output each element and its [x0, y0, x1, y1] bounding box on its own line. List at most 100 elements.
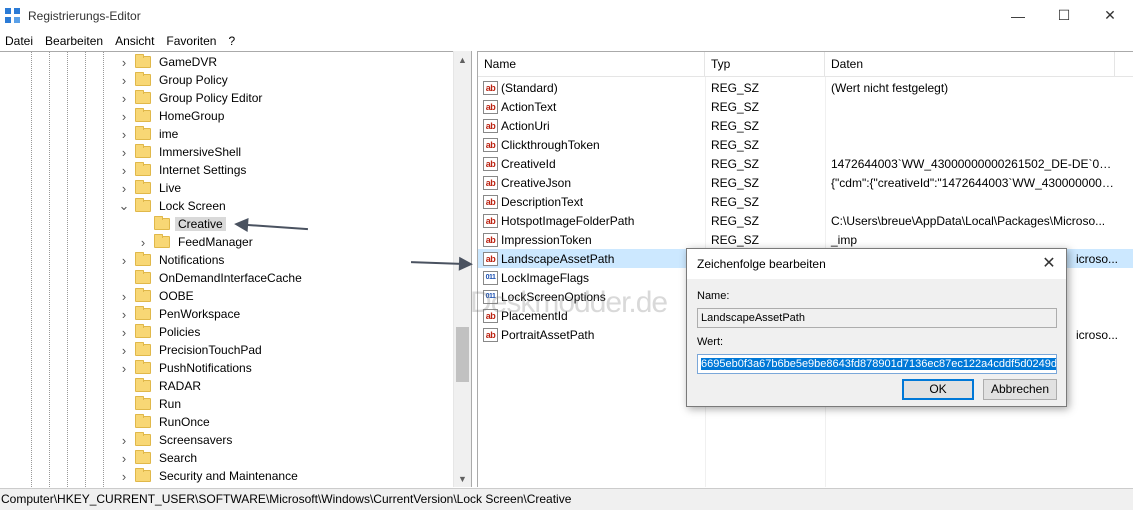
- menu-favoriten[interactable]: Favoriten: [160, 34, 222, 48]
- chevron-right-icon[interactable]: ›: [118, 451, 130, 466]
- chevron-right-icon[interactable]: ›: [118, 55, 130, 70]
- string-value-icon: ab: [483, 118, 498, 133]
- scroll-up-arrow-icon[interactable]: ▲: [454, 51, 471, 68]
- tree-item[interactable]: OnDemandInterfaceCache: [118, 269, 305, 287]
- folder-icon: [135, 414, 151, 428]
- chevron-right-icon[interactable]: ›: [137, 235, 149, 250]
- tree-item[interactable]: › Notifications: [118, 251, 227, 269]
- chevron-right-icon[interactable]: ›: [118, 145, 130, 160]
- value-row[interactable]: ab CreativeId REG_SZ 1472644003`WW_43000000…: [478, 154, 1133, 173]
- folder-icon: [135, 378, 151, 392]
- value-row[interactable]: ab ImpressionToken REG_SZ _imp: [478, 230, 1133, 249]
- chevron-right-icon[interactable]: ›: [118, 433, 130, 448]
- menu-help[interactable]: ?: [222, 34, 241, 48]
- tree-item[interactable]: › PenWorkspace: [118, 305, 243, 323]
- chevron-right-icon[interactable]: ›: [118, 361, 130, 376]
- folder-icon: [135, 144, 151, 158]
- value-data-input[interactable]: 6695eb0f3a67b6be5e9be8643fd878901d7136ec…: [697, 354, 1057, 374]
- chevron-right-icon[interactable]: ›: [118, 469, 130, 484]
- value-row[interactable]: ab DescriptionText REG_SZ: [478, 192, 1133, 211]
- chevron-right-icon[interactable]: ›: [118, 73, 130, 88]
- value-row[interactable]: ab ActionUri REG_SZ: [478, 116, 1133, 135]
- tree-item[interactable]: › Internet Settings: [118, 161, 249, 179]
- tree-guide-line: [67, 52, 68, 487]
- tree-item[interactable]: Run: [118, 395, 184, 413]
- scroll-down-arrow-icon[interactable]: ▼: [454, 470, 471, 487]
- tree-item[interactable]: › Search: [118, 449, 200, 467]
- chevron-right-icon[interactable]: ›: [118, 109, 130, 124]
- value-row[interactable]: ab ActionText REG_SZ: [478, 97, 1133, 116]
- value-type: REG_SZ: [711, 213, 760, 228]
- value-row[interactable]: ab (Standard) REG_SZ (Wert nicht festgelegt…: [478, 78, 1133, 97]
- chevron-right-icon[interactable]: ›: [118, 181, 130, 196]
- tree-item[interactable]: › ImmersiveShell: [118, 143, 244, 161]
- chevron-right-icon[interactable]: ›: [118, 289, 130, 304]
- value-name-cell: ab CreativeJson: [478, 175, 705, 190]
- chevron-right-icon[interactable]: ›: [118, 325, 130, 340]
- value-name-cell: ab DescriptionText: [478, 194, 705, 209]
- tree-item[interactable]: RADAR: [118, 377, 204, 395]
- tree-item-label: ime: [159, 127, 179, 141]
- folder-icon: [154, 234, 170, 248]
- tree-item-label: GameDVR: [159, 55, 218, 69]
- string-value-icon: ab: [483, 156, 498, 171]
- folder-icon: [135, 450, 151, 464]
- value-type: REG_SZ: [711, 137, 760, 152]
- chevron-right-icon[interactable]: ›: [118, 307, 130, 322]
- column-header-type[interactable]: Typ: [705, 52, 825, 77]
- tree-item[interactable]: › FeedManager: [137, 233, 256, 251]
- close-button[interactable]: ✕: [1087, 0, 1133, 31]
- value-name-cell: ab ActionText: [478, 99, 705, 114]
- tree-item[interactable]: › Group Policy Editor: [118, 89, 265, 107]
- cancel-button[interactable]: Abbrechen: [983, 379, 1057, 400]
- tree-item-label: HomeGroup: [159, 109, 225, 123]
- tree-item[interactable]: ⌄ Lock Screen: [118, 197, 229, 215]
- key-tree[interactable]: › GameDVR › Group Policy › Group Policy Edito…: [0, 51, 472, 487]
- regedit-app-icon: [5, 7, 21, 24]
- menu-bearbeiten[interactable]: Bearbeiten: [39, 34, 109, 48]
- tree-item-label: Group Policy: [159, 73, 228, 87]
- tree-item[interactable]: › Security and Maintenance: [118, 467, 301, 485]
- tree-item[interactable]: RunOnce: [118, 413, 213, 431]
- value-name-cell: ab ImpressionToken: [478, 232, 705, 247]
- dialog-close-icon[interactable]: ✕: [1040, 255, 1058, 273]
- chevron-down-icon[interactable]: ⌄: [118, 198, 130, 213]
- chevron-right-icon[interactable]: ›: [118, 163, 130, 178]
- chevron-right-icon[interactable]: ›: [118, 127, 130, 142]
- column-header-name[interactable]: Name: [478, 52, 705, 77]
- folder-icon: [135, 54, 151, 68]
- tree-item-label: OnDemandInterfaceCache: [159, 271, 302, 285]
- string-value-icon: ab: [483, 327, 498, 342]
- maximize-button[interactable]: ☐: [1041, 0, 1087, 31]
- value-data: {"cdm":{"creativeId":"1472644003`WW_4300…: [831, 175, 1115, 190]
- tree-item-label: Security and Maintenance: [159, 469, 298, 483]
- tree-item[interactable]: › HomeGroup: [118, 107, 227, 125]
- tree-item[interactable]: › Group Policy: [118, 71, 231, 89]
- scroll-thumb[interactable]: [456, 327, 469, 382]
- tree-item[interactable]: › PrecisionTouchPad: [118, 341, 265, 359]
- tree-item[interactable]: › ime: [118, 125, 181, 143]
- ok-button[interactable]: OK: [902, 379, 974, 400]
- tree-item[interactable]: › Screensavers: [118, 431, 235, 449]
- menu-ansicht[interactable]: Ansicht: [109, 34, 160, 48]
- chevron-right-icon[interactable]: ›: [118, 253, 130, 268]
- column-header-data[interactable]: Daten: [825, 52, 1115, 77]
- menu-bar: Datei Bearbeiten Ansicht Favoriten ?: [0, 31, 1133, 50]
- folder-icon: [135, 432, 151, 446]
- chevron-right-icon[interactable]: ›: [118, 91, 130, 106]
- tree-item[interactable]: › GameDVR: [118, 53, 220, 71]
- folder-icon: [154, 216, 170, 230]
- tree-item[interactable]: Creative: [137, 215, 226, 233]
- minimize-button[interactable]: —: [995, 0, 1041, 31]
- tree-item[interactable]: › PushNotifications: [118, 359, 255, 377]
- folder-icon: [135, 396, 151, 410]
- tree-item[interactable]: › OOBE: [118, 287, 197, 305]
- value-row[interactable]: ab CreativeJson REG_SZ {"cdm":{"creativeId"…: [478, 173, 1133, 192]
- tree-item[interactable]: › Policies: [118, 323, 203, 341]
- tree-item[interactable]: › Live: [118, 179, 184, 197]
- menu-datei[interactable]: Datei: [0, 34, 39, 48]
- value-row[interactable]: ab HotspotImageFolderPath REG_SZ C:\Users\b…: [478, 211, 1133, 230]
- tree-item-label: Run: [159, 397, 182, 411]
- value-row[interactable]: ab ClickthroughToken REG_SZ: [478, 135, 1133, 154]
- chevron-right-icon[interactable]: ›: [118, 343, 130, 358]
